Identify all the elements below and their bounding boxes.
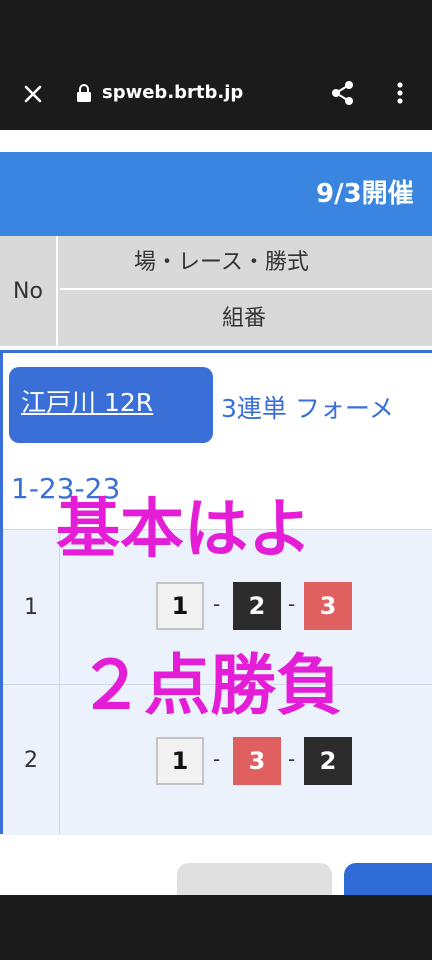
boat-number-second: 3 [233,737,281,785]
boat-number-second: 2 [233,582,281,630]
bet-type-label: 3連単 フォーメ [221,394,394,423]
url-text[interactable]: spweb.brtb.jp [102,80,243,106]
header-race-columns: 場・レース・勝式 [60,236,432,290]
table-row: 2 1 - 3 - 2 [3,684,432,835]
table-row: 1 1 - 2 - 3 [3,529,432,684]
header-race-columns-text: 場・レース・勝式 [134,250,309,275]
secondary-button[interactable] [177,863,332,895]
bet-card: 江戸川 12R 3連単 フォーメ 1-23-23 1 1 - 2 - 3 2 1… [0,350,432,835]
status-bar [0,0,432,58]
separator-dash: - [288,592,296,616]
more-options-icon[interactable] [390,78,410,108]
browser-toolbar: spweb.brtb.jp [0,58,432,130]
row-number: 2 [3,685,60,835]
separator-dash: - [213,592,221,616]
combination-summary: 1-23-23 [11,472,121,505]
boat-number-first: 1 [156,582,204,630]
date-header-text: 9/3開催 [316,179,414,209]
venue-race-link[interactable]: 江戸川 12R [21,383,153,423]
separator-dash: - [288,747,296,771]
close-icon[interactable] [18,79,48,109]
phone-screen: spweb.brtb.jp 9/3開催 No 場・レース・勝式 組番 江戸川 1… [0,0,432,960]
share-icon[interactable] [328,78,358,108]
row-number: 1 [3,530,60,684]
header-no: No [0,236,58,346]
boat-number-third: 3 [304,582,352,630]
header-combination: 組番 [60,292,432,346]
header-combination-text: 組番 [222,306,267,331]
boat-number-third: 2 [304,737,352,785]
table-header: No 場・レース・勝式 組番 [0,236,432,346]
primary-button[interactable] [344,863,432,895]
separator-dash: - [213,747,221,771]
web-content: 9/3開催 No 場・レース・勝式 組番 江戸川 12R 3連単 フォーメ 1-… [0,130,432,895]
navigation-bar [0,895,432,960]
lock-icon [77,84,91,102]
boat-number-first: 1 [156,737,204,785]
date-header: 9/3開催 [0,152,432,236]
venue-race-badge[interactable]: 江戸川 12R [9,367,213,443]
